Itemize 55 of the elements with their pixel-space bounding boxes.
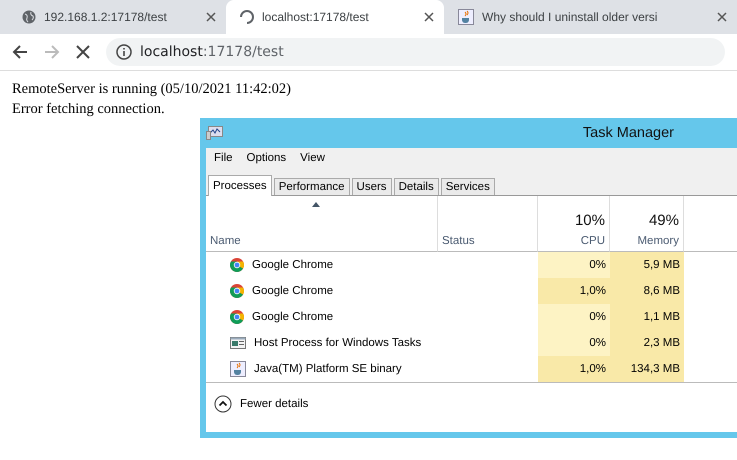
globe-icon <box>22 10 36 24</box>
process-name[interactable]: Google Chrome <box>230 310 334 324</box>
tab[interactable]: Details <box>394 178 439 195</box>
page-text: RemoteServer is running (05/10/2021 11:42:02) <box>12 80 292 99</box>
chrome-icon <box>230 310 244 324</box>
memory-cell: 8,6 MB <box>610 278 684 304</box>
chart-monitor-icon <box>206 126 224 140</box>
cpu-cell: 0% <box>538 252 610 278</box>
cpu-cell: 0% <box>538 330 610 356</box>
cpu-cell: 0% <box>538 304 610 330</box>
java-cup-icon <box>230 361 246 377</box>
chrome-icon <box>230 284 244 298</box>
column-header[interactable]: Name <box>210 235 433 247</box>
tab[interactable]: Processes <box>208 175 272 196</box>
column-header[interactable]: Status <box>442 235 533 247</box>
tab[interactable]: Performance <box>274 178 350 195</box>
memory-cell: 2,3 MB <box>610 330 684 356</box>
chrome-icon <box>230 258 244 272</box>
info-icon <box>116 44 132 60</box>
menu-item[interactable]: File <box>214 152 233 167</box>
memory-cell: 134,3 MB <box>610 356 684 382</box>
window-icon <box>230 336 246 350</box>
cpu-cell: 1,0% <box>538 278 610 304</box>
java-cup-icon <box>458 9 474 25</box>
process-name[interactable]: Host Process for Windows Tasks <box>230 336 422 350</box>
menu-item[interactable]: Options <box>246 152 286 167</box>
tab[interactable]: Users <box>352 178 392 195</box>
address-bar[interactable]: localhost:17178/test <box>106 38 725 66</box>
process-name[interactable]: Java(TM) Platform SE binary <box>230 361 402 377</box>
memory-cell: 5,9 MB <box>610 252 684 278</box>
url-text: localhost:17178/test <box>140 44 284 60</box>
browser-tab[interactable]: 192.168.1.2:17178/test <box>8 0 226 34</box>
chevron-up-icon <box>214 395 232 413</box>
browser-tab[interactable]: Why should I uninstall older versi <box>444 0 737 34</box>
browser-tab[interactable]: localhost:17178/test <box>226 0 444 34</box>
sort-arrow-icon[interactable] <box>312 202 320 207</box>
process-name[interactable]: Google Chrome <box>230 284 334 298</box>
fewer-details-button[interactable]: Fewer details <box>214 395 308 413</box>
cpu-cell: 1,0% <box>538 356 610 382</box>
column-header[interactable]: CPU <box>580 235 605 247</box>
back-arrow-icon[interactable] <box>12 44 28 60</box>
loading-spinner-icon <box>240 10 254 24</box>
stop-icon[interactable] <box>76 45 90 59</box>
close-icon[interactable] <box>424 12 434 22</box>
page-text: Error fetching connection. <box>12 100 166 119</box>
process-name[interactable]: Google Chrome <box>230 258 334 272</box>
memory-cell: 1,1 MB <box>610 304 684 330</box>
close-icon[interactable] <box>717 12 727 22</box>
close-icon[interactable] <box>206 12 216 22</box>
window-title: Task Manager <box>582 125 674 141</box>
memory-total: 49% <box>648 212 679 229</box>
column-header[interactable]: Memory <box>637 235 679 247</box>
cpu-total: 10% <box>574 212 605 229</box>
menu-item[interactable]: View <box>300 152 325 167</box>
tab[interactable]: Services <box>440 178 495 195</box>
